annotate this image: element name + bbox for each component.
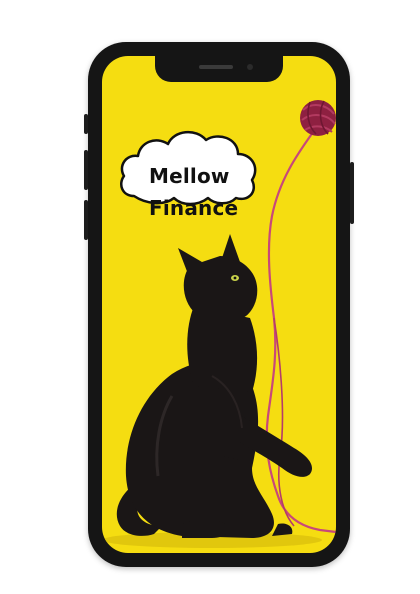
phone-frame: Mellow Finance <box>84 42 354 567</box>
phone-notch <box>155 56 283 82</box>
black-cat <box>116 234 313 538</box>
phone-screen: Mellow Finance <box>102 56 336 553</box>
front-camera <box>247 64 253 70</box>
brand-name-line1: Mellow <box>149 164 230 188</box>
cloud-icon <box>120 131 257 206</box>
volume-down-button <box>84 200 88 240</box>
yarn-ball-icon <box>300 100 336 136</box>
power-button <box>350 162 354 224</box>
brand-logo: Mellow Finance <box>116 92 266 220</box>
brand-name-line2: Finance <box>149 196 239 220</box>
speaker-grille <box>199 65 233 69</box>
mute-switch <box>84 114 88 134</box>
volume-up-button <box>84 150 88 190</box>
